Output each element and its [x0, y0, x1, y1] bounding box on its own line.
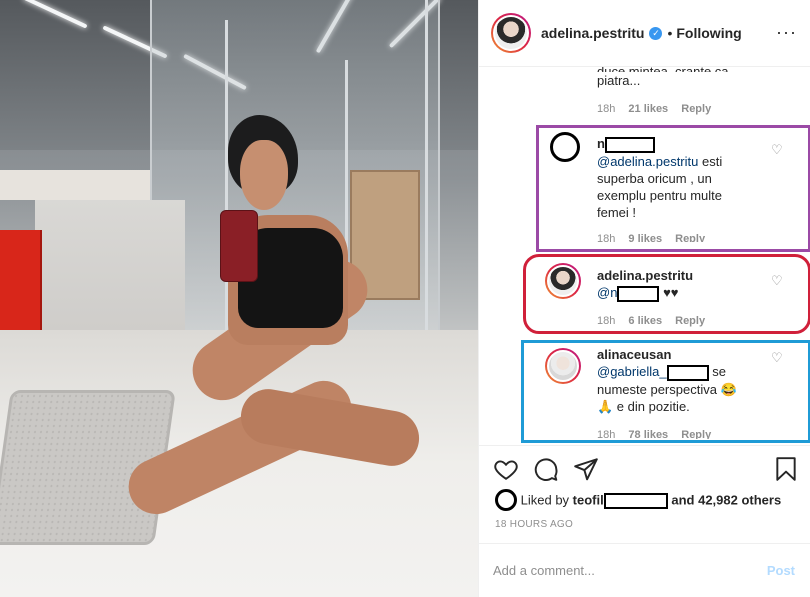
- post-button[interactable]: Post: [767, 563, 795, 578]
- comment-text: adelina.pestritu @n ♥♥: [597, 267, 777, 302]
- comment-username[interactable]: n: [597, 136, 605, 151]
- comment-line: exemplu pentru multe: [597, 187, 723, 203]
- comment-time: 18h: [597, 232, 616, 242]
- comment-time: 18h: [597, 314, 616, 327]
- mention-link[interactable]: @adelina.pestritu: [597, 154, 698, 169]
- avatar[interactable]: [491, 13, 531, 53]
- comment-text-tail: piatra...: [597, 73, 641, 88]
- comment-text: duce mintea, crante ca piatra...: [597, 67, 787, 89]
- bookmark-icon[interactable]: [773, 456, 799, 482]
- redaction-box: [666, 364, 709, 381]
- action-bar: [479, 445, 810, 485]
- post-photo[interactable]: [0, 0, 478, 597]
- post-header: adelina.pestritu ✓ • Following ···: [479, 0, 810, 67]
- verified-icon: ✓: [649, 26, 663, 40]
- sink-wall: [35, 200, 185, 330]
- reply-button[interactable]: Reply: [675, 315, 705, 327]
- comment-time: 18h: [597, 428, 616, 439]
- comment-item: alinaceusan @gabriella_ se numeste persp…: [597, 346, 777, 439]
- comment-username[interactable]: adelina.pestritu: [597, 268, 693, 283]
- comment-text: n @adelina.pestritu esti superba oricum …: [597, 135, 777, 221]
- comment-like-icon[interactable]: ♡: [771, 142, 783, 158]
- heart-icon[interactable]: [493, 456, 519, 482]
- comment-like-icon[interactable]: ♡: [771, 350, 783, 366]
- reply-button[interactable]: Reply: [675, 233, 705, 242]
- comment-meta: 18h 6 likes Reply: [597, 315, 777, 327]
- comment-username[interactable]: alinaceusan: [597, 347, 671, 362]
- comment-line: femei !: [597, 204, 637, 220]
- shelf: [0, 170, 150, 200]
- comment-likes[interactable]: 78 likes: [628, 429, 668, 439]
- comment-item: n @adelina.pestritu esti superba oricum …: [597, 135, 777, 242]
- glass-post: [425, 0, 428, 330]
- comment-item: duce mintea, crante ca piatra... 18h 21 …: [597, 67, 787, 115]
- reply-button[interactable]: Reply: [681, 103, 711, 115]
- comment-line: 🙏 e din pozitie.: [597, 398, 690, 414]
- redaction-box: [604, 136, 655, 153]
- more-options-icon[interactable]: ···: [776, 22, 797, 43]
- comment-avatar[interactable]: [545, 263, 581, 299]
- likes-prefix: Liked by: [520, 492, 570, 508]
- comment-hearts: ♥♥: [663, 285, 679, 300]
- phone: [220, 210, 258, 282]
- separator-dot: •: [667, 25, 673, 41]
- comment-meta: 18h 78 likes Reply: [597, 429, 777, 439]
- post-side-panel: adelina.pestritu ✓ • Following ··· duce …: [478, 0, 810, 597]
- comment-time: 18h: [597, 103, 616, 115]
- following-button[interactable]: Following: [676, 25, 741, 41]
- reply-button[interactable]: Reply: [681, 429, 711, 439]
- redaction-box: [603, 493, 668, 509]
- comment-input[interactable]: Add a comment...: [493, 563, 595, 578]
- comment-likes[interactable]: 9 likes: [628, 233, 662, 242]
- comment-line: superba oricum , un: [597, 170, 712, 186]
- add-comment-bar: Add a comment... Post: [479, 543, 810, 597]
- comment-line: se: [712, 364, 726, 379]
- comment-text: alinaceusan @gabriella_ se numeste persp…: [597, 346, 777, 415]
- comment-likes[interactable]: 6 likes: [628, 315, 662, 327]
- share-icon[interactable]: [573, 456, 599, 482]
- comment-likes[interactable]: 21 likes: [628, 103, 668, 115]
- likes-count[interactable]: and 42,982 others: [671, 492, 781, 507]
- redaction-circle: [495, 489, 517, 511]
- comment-meta: 18h 9 likes Reply: [597, 233, 777, 242]
- header-username[interactable]: adelina.pestritu: [541, 25, 644, 41]
- comment-line: esti: [702, 153, 723, 169]
- comment-icon[interactable]: [533, 456, 559, 482]
- comment-line: numeste perspectiva 😂: [597, 381, 737, 397]
- redaction-circle: [550, 132, 580, 162]
- comment-like-icon[interactable]: ♡: [771, 273, 783, 289]
- liker-username[interactable]: teofil: [573, 492, 604, 507]
- mention-link[interactable]: @n: [597, 285, 617, 300]
- likes-summary: Liked by teofil and 42,982 others: [495, 489, 781, 512]
- redaction-box: [617, 285, 660, 302]
- comment-meta: 18h 21 likes Reply: [597, 103, 787, 115]
- mention-link[interactable]: @gabriella_: [597, 364, 667, 379]
- comment-item: adelina.pestritu @n ♥♥ 18h 6 likes Reply: [597, 267, 777, 327]
- post-timestamp[interactable]: 18 HOURS AGO: [495, 519, 573, 530]
- comment-avatar[interactable]: [545, 348, 581, 384]
- person-face: [240, 140, 288, 210]
- comments-list[interactable]: duce mintea, crante ca piatra... 18h 21 …: [479, 67, 810, 445]
